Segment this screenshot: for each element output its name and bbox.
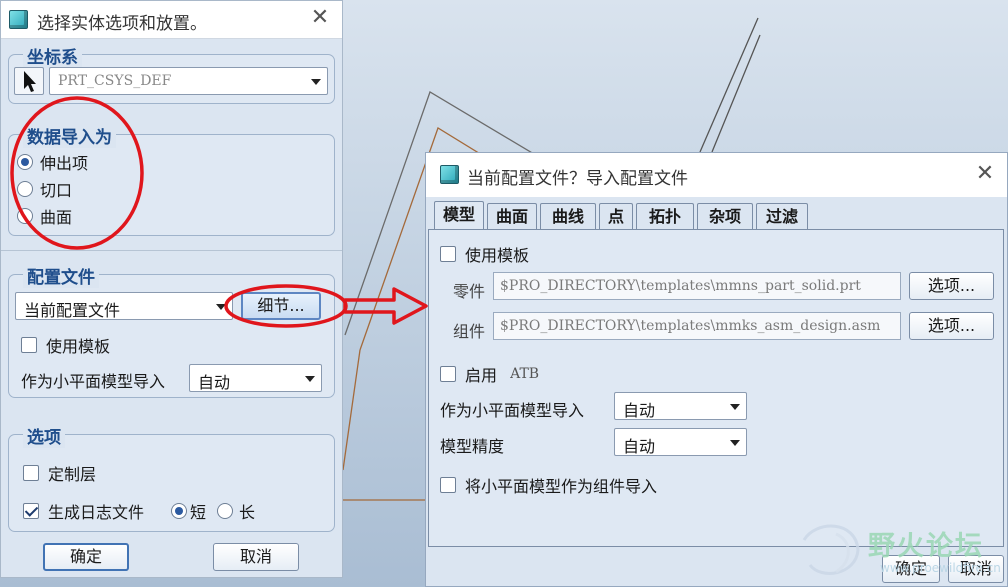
atb-label: ATB (510, 366, 540, 382)
assembly-options-button[interactable]: 选项... (909, 312, 994, 340)
tab-filter[interactable]: 过滤 (756, 203, 808, 229)
checkbox[interactable] (23, 465, 39, 481)
chevron-down-icon (730, 440, 740, 446)
model-edge-diag-1 (699, 17, 759, 153)
radio-protrusion[interactable]: 伸出项 (17, 150, 88, 174)
radio-label: 伸出项 (40, 154, 89, 173)
facet-import-value: 自动 (623, 401, 656, 420)
part-options-button[interactable]: 选项... (909, 272, 994, 300)
tab-curve[interactable]: 曲线 (540, 203, 596, 229)
details-button[interactable]: 细节... (241, 292, 321, 320)
radio-long[interactable]: 长 (217, 499, 255, 523)
use-template-checkbox[interactable]: 使用模板 (440, 242, 529, 266)
import-as-legend: 数据导入为 (23, 123, 116, 148)
radio-button[interactable] (171, 503, 187, 519)
options-legend: 选项 (23, 423, 65, 448)
facet-import-select[interactable]: 自动 (189, 364, 322, 392)
checkbox[interactable] (440, 477, 456, 493)
tab-surface[interactable]: 曲面 (487, 203, 537, 229)
profile-select[interactable]: 当前配置文件 (15, 292, 233, 320)
tab-point[interactable]: 点 (599, 203, 633, 229)
chevron-down-icon (730, 404, 740, 410)
tab-misc[interactable]: 杂项 (697, 203, 753, 229)
radio-label: 切口 (40, 181, 73, 200)
enable-label: 启用 (465, 366, 498, 385)
title-bar: 当前配置文件？导入配置文件 ✕ (426, 153, 1007, 197)
long-label: 长 (239, 503, 256, 522)
checkbox[interactable] (23, 503, 39, 519)
model-edge-diag-2 (711, 34, 761, 153)
watermark-url: www.proewildfire.cn (880, 561, 1001, 575)
custom-layers-label: 定制层 (48, 465, 97, 484)
solid-options-dialog: 选择实体选项和放置。 ✕ 坐标系 PRT_CSYS_DEF 数据导入为 伸出项 … (0, 0, 343, 578)
chevron-down-icon (311, 79, 321, 85)
log-file-label: 生成日志文件 (48, 503, 145, 522)
radio-short[interactable]: 短 (171, 499, 206, 523)
use-template-label: 使用模板 (46, 337, 111, 356)
watermark-text: 野火论坛 (868, 531, 984, 562)
model-accuracy-label: 模型精度 (440, 437, 505, 456)
radio-button[interactable] (17, 154, 33, 170)
config-file-legend: 配置文件 (23, 263, 99, 288)
cancel-button[interactable]: 取消 (213, 543, 299, 571)
facet-import-label: 作为小平面模型导入 (21, 372, 166, 391)
close-icon[interactable]: ✕ (974, 163, 996, 185)
log-file-checkbox[interactable]: 生成日志文件 (23, 499, 144, 523)
title-bar: 选择实体选项和放置。 ✕ (1, 1, 342, 39)
dialog-title: 选择实体选项和放置。 (37, 14, 207, 34)
facet-as-assembly-label: 将小平面模型作为组件导入 (465, 477, 658, 496)
checkbox[interactable] (440, 366, 456, 382)
radio-surface[interactable]: 曲面 (17, 204, 72, 228)
close-icon[interactable]: ✕ (309, 7, 331, 29)
radio-button[interactable] (217, 503, 233, 519)
assembly-template-field[interactable]: $PRO_DIRECTORY\templates\mmks_asm_design… (493, 312, 901, 340)
checkbox[interactable] (440, 246, 456, 262)
use-template-checkbox[interactable]: 使用模板 (21, 333, 110, 357)
part-template-field[interactable]: $PRO_DIRECTORY\templates\mmns_part_solid… (493, 272, 901, 300)
facet-import-select[interactable]: 自动 (614, 392, 747, 420)
model-accuracy-select[interactable]: 自动 (614, 428, 747, 456)
radio-label: 曲面 (40, 208, 73, 227)
facet-import-label: 作为小平面模型导入 (440, 401, 585, 420)
app-icon (440, 165, 459, 184)
facet-import-value: 自动 (198, 373, 231, 392)
custom-layers-checkbox[interactable]: 定制层 (23, 461, 96, 485)
dialog-title: 当前配置文件？导入配置文件 (467, 169, 688, 189)
assembly-label: 组件 (453, 322, 486, 341)
short-label: 短 (190, 503, 207, 522)
use-template-label: 使用模板 (465, 246, 530, 265)
ok-button[interactable]: 确定 (43, 543, 129, 571)
profile-value: 当前配置文件 (24, 301, 121, 320)
chevron-down-icon (305, 376, 315, 382)
model-edge-lower (342, 349, 361, 471)
tab-model[interactable]: 模型 (434, 201, 484, 230)
divider (1, 250, 342, 251)
radio-button[interactable] (17, 208, 33, 224)
part-label: 零件 (453, 282, 486, 301)
coord-system-legend: 坐标系 (23, 43, 82, 68)
select-csys-button[interactable] (14, 67, 44, 95)
cursor-arrow-icon (24, 71, 36, 92)
chevron-down-icon (216, 304, 226, 310)
csys-select[interactable]: PRT_CSYS_DEF (49, 67, 328, 95)
enable-atb-checkbox[interactable]: 启用 ATB (440, 362, 539, 386)
checkbox[interactable] (21, 337, 37, 353)
radio-cut[interactable]: 切口 (17, 177, 72, 201)
radio-button[interactable] (17, 181, 33, 197)
model-accuracy-value: 自动 (623, 437, 656, 456)
csys-value: PRT_CSYS_DEF (58, 73, 172, 89)
model-tab-pane: 使用模板 零件 $PRO_DIRECTORY\templates\mmns_pa… (428, 229, 1004, 547)
app-icon (9, 10, 28, 29)
tab-topology[interactable]: 拓扑 (636, 203, 694, 229)
facet-as-assembly-checkbox[interactable]: 将小平面模型作为组件导入 (440, 473, 657, 497)
